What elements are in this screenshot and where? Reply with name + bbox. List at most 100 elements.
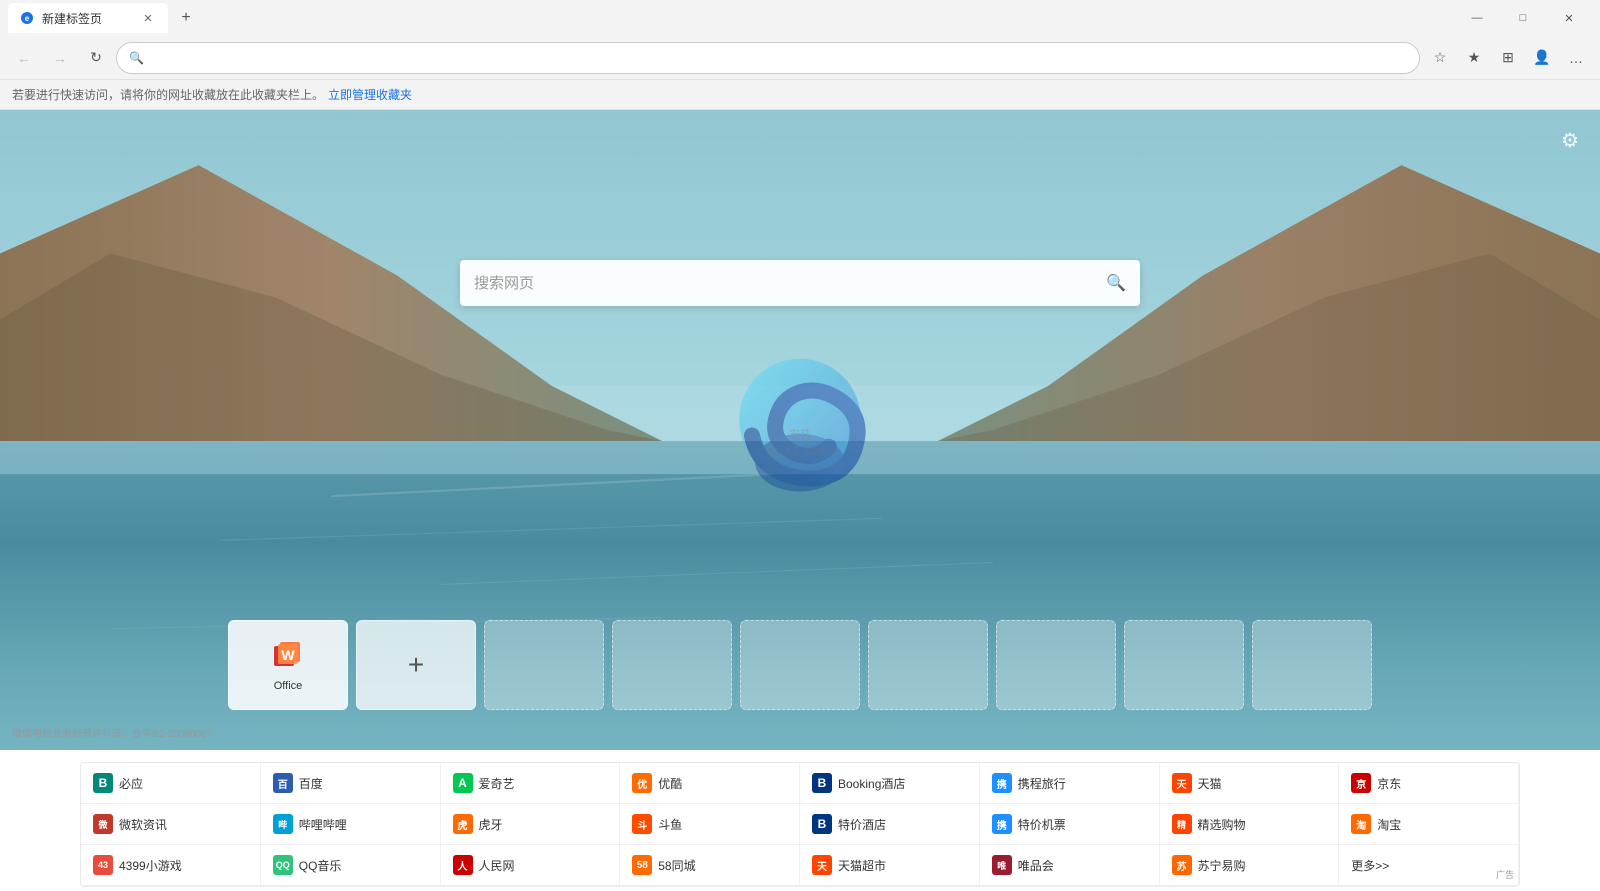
- sponsor-huya[interactable]: 虎 虎牙: [441, 804, 621, 845]
- search-submit-icon[interactable]: 🔍: [1106, 273, 1126, 293]
- sponsor-section: B 必应 百 百度 A 爱奇艺 优 优酷 B Booking酒店 携 携程旅行: [0, 750, 1600, 891]
- sponsor-icon-booking: B: [812, 773, 832, 793]
- search-container: 🔍: [460, 260, 1140, 306]
- settings-gear-button[interactable]: ⚙: [1556, 126, 1584, 154]
- sponsor-qqmusic[interactable]: QQ QQ音乐: [261, 845, 441, 886]
- sponsor-label-vip: 唯品会: [1018, 857, 1054, 874]
- qa-tile-empty-2[interactable]: [612, 620, 732, 710]
- sponsor-label-youku: 优酷: [658, 775, 682, 792]
- toolbar: ← → ↻ 🔍 ☆ ★ ⊞ 👤 …: [0, 36, 1600, 80]
- toolbar-right: ☆ ★ ⊞ 👤 …: [1424, 42, 1592, 74]
- qa-tile-empty-7[interactable]: [1252, 620, 1372, 710]
- favorites-button[interactable]: ★: [1458, 42, 1490, 74]
- qa-office-label: Office: [274, 680, 303, 692]
- sponsor-4399[interactable]: 43 4399小游戏: [81, 845, 261, 886]
- new-tab-button[interactable]: +: [172, 4, 200, 32]
- search-icon: 🔍: [129, 51, 144, 65]
- qa-tile-empty-5[interactable]: [996, 620, 1116, 710]
- sponsor-label-tmall-super: 天猫超市: [838, 857, 886, 874]
- sponsor-icon-tmall-super: 天: [812, 855, 832, 875]
- sponsor-58[interactable]: 58 58同城: [620, 845, 800, 886]
- qa-tile-empty-6[interactable]: [1124, 620, 1244, 710]
- sponsor-icon-bying: B: [93, 773, 113, 793]
- sponsor-ctrip[interactable]: 携 携程旅行: [980, 763, 1160, 804]
- sponsor-more[interactable]: 更多>> 广告: [1339, 845, 1519, 886]
- sponsor-label-douyu: 斗鱼: [658, 816, 682, 833]
- qa-tile-empty-4[interactable]: [868, 620, 988, 710]
- sponsor-label-4399: 4399小游戏: [119, 857, 182, 874]
- sponsor-bilibili[interactable]: 哔 哔哩哔哩: [261, 804, 441, 845]
- main-content[interactable]: ⚙ 🔍: [0, 110, 1600, 891]
- sponsor-icon-baidu: 百: [273, 773, 293, 793]
- office-icon: W: [270, 638, 306, 674]
- sponsor-tmall[interactable]: 天 天猫: [1160, 763, 1340, 804]
- quick-access-tiles: W Office +: [228, 620, 1372, 710]
- sponsor-label-cheap-ticket: 特价机票: [1018, 816, 1066, 833]
- sponsor-icon-bilibili: 哔: [273, 814, 293, 834]
- sponsor-selected-shopping[interactable]: 精 精选购物: [1160, 804, 1340, 845]
- sponsor-baidu[interactable]: 百 百度: [261, 763, 441, 804]
- sponsor-label-selected-shopping: 精选购物: [1198, 816, 1246, 833]
- qa-tile-add[interactable]: +: [356, 620, 476, 710]
- address-bar[interactable]: 🔍: [116, 42, 1420, 74]
- sponsor-taobao[interactable]: 淘 淘宝: [1339, 804, 1519, 845]
- sponsor-suning[interactable]: 苏 苏宁易购: [1160, 845, 1340, 886]
- sponsor-youku[interactable]: 优 优酷: [620, 763, 800, 804]
- more-button[interactable]: …: [1560, 42, 1592, 74]
- sponsor-icon-selected-shopping: 精: [1172, 814, 1192, 834]
- collections-button[interactable]: ⊞: [1492, 42, 1524, 74]
- sponsor-jd[interactable]: 京 京东: [1339, 763, 1519, 804]
- sponsor-icon-qqmusic: QQ: [273, 855, 293, 875]
- sponsor-label-taobao: 淘宝: [1377, 816, 1401, 833]
- search-box[interactable]: 🔍: [460, 260, 1140, 306]
- sponsor-label-58: 58同城: [658, 857, 695, 874]
- sponsor-tmall-super[interactable]: 天 天猫超市: [800, 845, 980, 886]
- hero-section: ⚙ 🔍: [0, 110, 1600, 750]
- sponsor-icon-taobao: 淘: [1351, 814, 1371, 834]
- profile-button[interactable]: 👤: [1526, 42, 1558, 74]
- search-input[interactable]: [474, 275, 1098, 292]
- sponsor-label-jd: 京东: [1377, 775, 1401, 792]
- sponsor-msinfo[interactable]: 微 微软资讯: [81, 804, 261, 845]
- sponsor-iqiyi[interactable]: A 爱奇艺: [441, 763, 621, 804]
- qa-tile-empty-3[interactable]: [740, 620, 860, 710]
- qa-tile-empty-1[interactable]: [484, 620, 604, 710]
- window-controls: — □ ✕: [1454, 0, 1592, 36]
- sponsor-icon-vip: 唯: [992, 855, 1012, 875]
- sponsor-icon-58: 58: [632, 855, 652, 875]
- sponsor-icon-youku: 优: [632, 773, 652, 793]
- sponsor-icon-huya: 虎: [453, 814, 473, 834]
- edge-logo-watermark: [720, 348, 880, 513]
- maximize-button[interactable]: □: [1500, 0, 1546, 36]
- forward-button[interactable]: →: [44, 42, 76, 74]
- svg-text:W: W: [281, 647, 295, 663]
- manage-favorites-link[interactable]: 立即管理收藏夹: [328, 86, 412, 103]
- sponsor-douyu[interactable]: 斗 斗鱼: [620, 804, 800, 845]
- sponsor-label-ctrip: 携程旅行: [1018, 775, 1066, 792]
- sponsor-bying[interactable]: B 必应: [81, 763, 261, 804]
- active-tab[interactable]: e 新建标签页 ✕: [8, 3, 168, 33]
- sponsor-label-huya: 虎牙: [479, 816, 503, 833]
- address-input[interactable]: [150, 50, 1407, 65]
- sponsor-icon-msinfo: 微: [93, 814, 113, 834]
- minimize-button[interactable]: —: [1454, 0, 1500, 36]
- qa-tile-office[interactable]: W Office: [228, 620, 348, 710]
- sponsor-cheap-hotel[interactable]: B 特价酒店: [800, 804, 980, 845]
- ad-label: 广告: [1496, 868, 1514, 881]
- tab-close-btn[interactable]: ✕: [140, 10, 156, 26]
- sponsor-label-qqmusic: QQ音乐: [299, 857, 342, 874]
- sponsor-label-people: 人民网: [479, 857, 515, 874]
- close-button[interactable]: ✕: [1546, 0, 1592, 36]
- refresh-button[interactable]: ↻: [80, 42, 112, 74]
- sponsor-cheap-ticket[interactable]: 携 特价机票: [980, 804, 1160, 845]
- sponsor-vip[interactable]: 唯 唯品会: [980, 845, 1160, 886]
- back-button[interactable]: ←: [8, 42, 40, 74]
- sponsor-label-tmall: 天猫: [1198, 775, 1222, 792]
- favorites-star-button[interactable]: ☆: [1424, 42, 1456, 74]
- sponsor-booking[interactable]: B Booking酒店: [800, 763, 980, 804]
- sponsor-icon-ctrip: 携: [992, 773, 1012, 793]
- bookmark-hint-text: 若要进行快速访问，请将你的网址收藏放在此收藏夹栏上。: [12, 86, 324, 103]
- license-text: 增值电信业务经营许可证：合字B2-20090007: [12, 725, 212, 740]
- sponsor-label-iqiyi: 爱奇艺: [479, 775, 515, 792]
- sponsor-people[interactable]: 人 人民网: [441, 845, 621, 886]
